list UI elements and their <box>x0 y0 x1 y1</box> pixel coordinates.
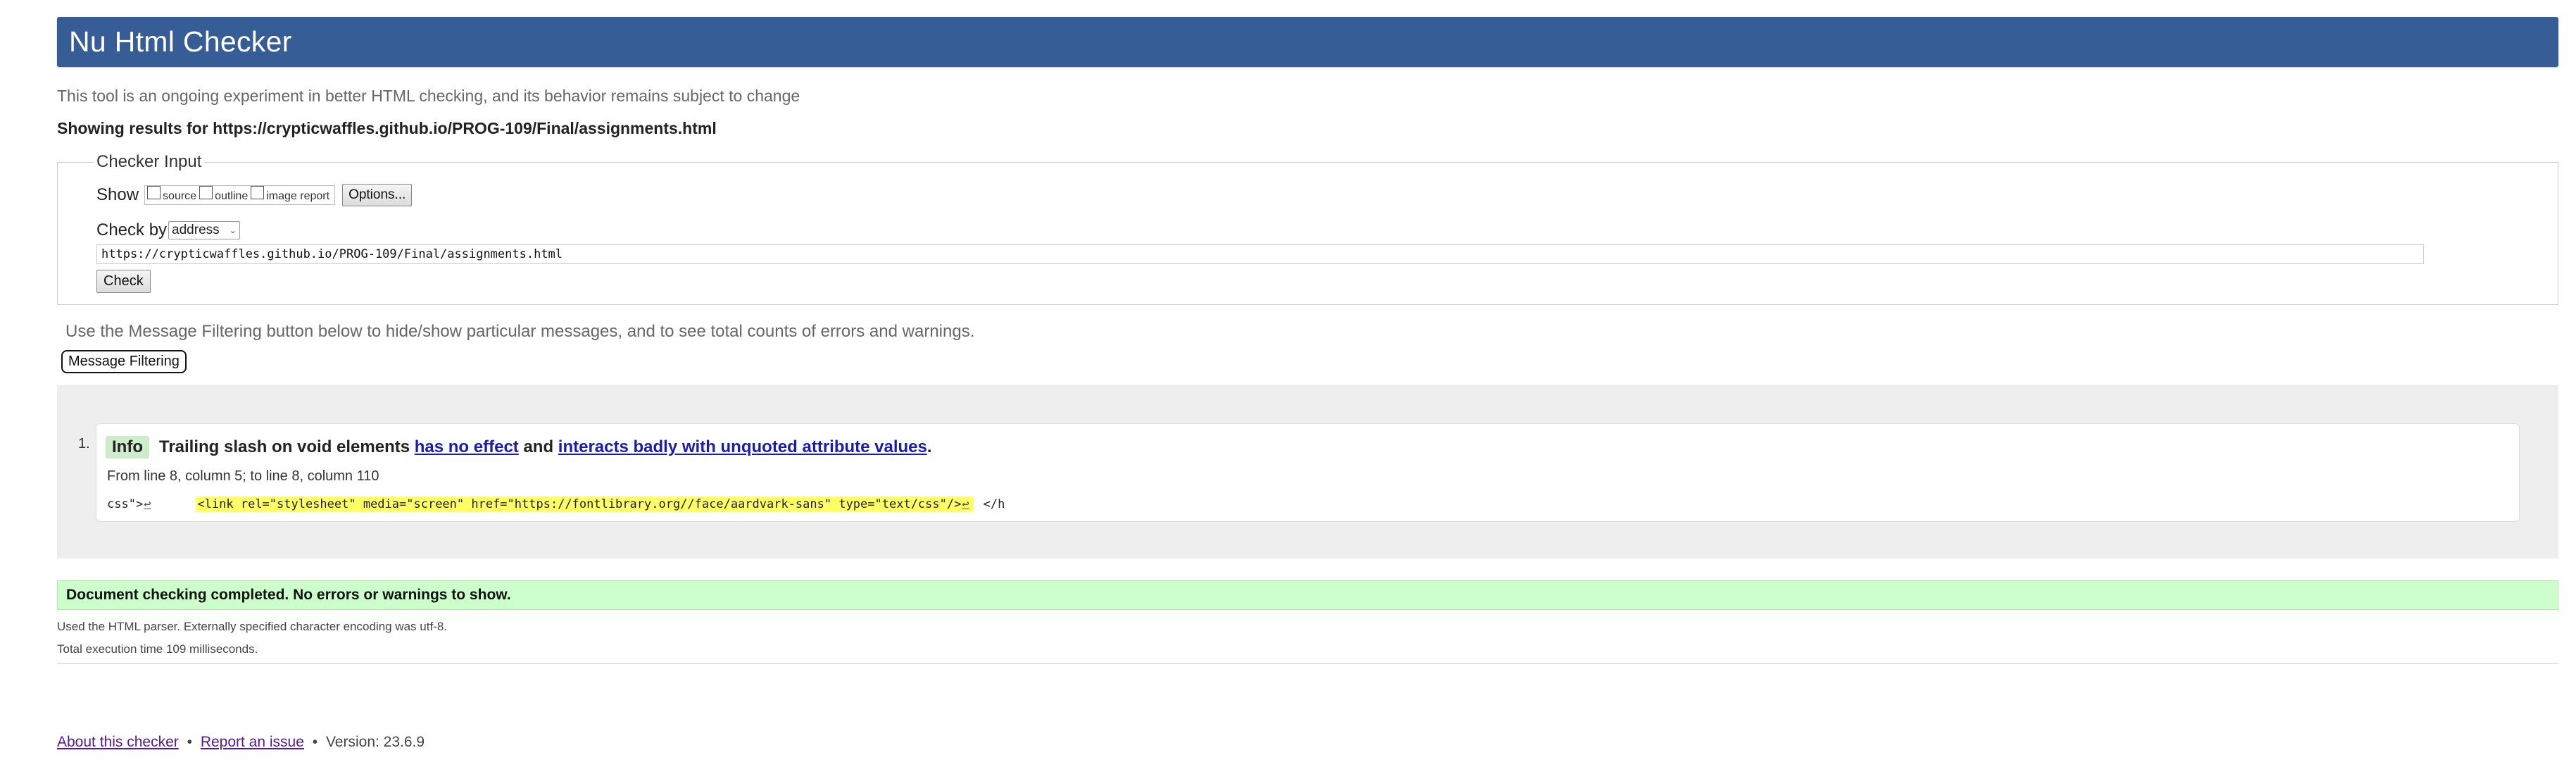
page: Nu Html Checker This tool is an ongoing … <box>57 17 2558 664</box>
message-number: 1. <box>78 436 90 451</box>
message-filtering-button[interactable]: Message Filtering <box>61 350 187 373</box>
page-header: Nu Html Checker <box>57 17 2558 67</box>
message-text-start: Trailing slash on void elements <box>158 437 415 456</box>
about-link[interactable]: About this checker <box>57 734 179 750</box>
code-extract: css"> ↩ <link rel="stylesheet" media="scr… <box>107 497 2519 512</box>
showing-results: Showing results for https://crypticwaffl… <box>57 119 717 137</box>
check-by-value: address <box>172 223 220 237</box>
check-by-select[interactable]: address ⌄ <box>168 221 240 239</box>
results-panel: 1. Info Trailing slash on void elements … <box>57 385 2558 559</box>
outline-label: outline <box>215 190 249 202</box>
interacts-badly-link[interactable]: interacts badly with unquoted attribute … <box>558 437 927 456</box>
source-label: source <box>163 190 197 202</box>
image-report-label: image report <box>266 190 330 202</box>
url-input[interactable]: https://crypticwaffles.github.io/PROG-10… <box>96 244 2424 264</box>
line-feed-icon: ↩ <box>962 497 969 511</box>
code-highlight-text: <link rel="stylesheet" media="screen" hr… <box>197 497 962 511</box>
show-label: Show <box>96 185 139 204</box>
source-checkbox[interactable] <box>147 185 161 199</box>
check-button[interactable]: Check <box>96 270 151 293</box>
message-text: Trailing slash on void elements has no e… <box>159 437 932 457</box>
execution-time: Total execution time 109 milliseconds. <box>57 642 258 656</box>
divider <box>57 663 2558 664</box>
message-text-end: . <box>926 437 932 456</box>
line-feed-icon: ↩ <box>144 497 151 511</box>
show-outline-option[interactable]: outline <box>199 185 249 202</box>
version-text: Version: 23.6.9 <box>325 734 425 750</box>
message-filtering-hint: Use the Message Filtering button below t… <box>65 322 975 341</box>
check-by-row: Check by address ⌄ <box>96 220 2558 240</box>
info-badge: Info <box>106 436 149 459</box>
footer-bullet: • <box>312 734 318 750</box>
show-image-report-option[interactable]: image report <box>251 185 330 202</box>
checker-input-fieldset: Checker Input Show source outline image … <box>57 152 2558 305</box>
show-source-option[interactable]: source <box>147 185 197 202</box>
message-text-middle: and <box>518 437 558 456</box>
message-item: Info Trailing slash on void elements has… <box>96 423 2520 522</box>
footer: About this checker • Report an issue • V… <box>57 734 425 751</box>
has-no-effect-link[interactable]: has no effect <box>415 437 519 456</box>
code-after: </h <box>983 497 1005 511</box>
checker-input-legend: Checker Input <box>96 152 202 171</box>
outline-checkbox[interactable] <box>199 185 213 199</box>
message-location: From line 8, column 5; to line 8, column… <box>107 468 379 484</box>
show-row: Show source outline image report Options… <box>96 183 2558 207</box>
completion-status: Document checking completed. No errors o… <box>57 580 2558 610</box>
report-issue-link[interactable]: Report an issue <box>201 734 304 750</box>
message-header: Info Trailing slash on void elements has… <box>106 436 2519 459</box>
code-highlight: <link rel="stylesheet" media="screen" hr… <box>196 497 974 512</box>
chevron-down-icon: ⌄ <box>229 225 237 235</box>
parser-info: Used the HTML parser. Externally specifi… <box>57 620 448 633</box>
show-options-box: source outline image report <box>144 185 336 205</box>
options-button[interactable]: Options... <box>342 184 413 206</box>
image-report-checkbox[interactable] <box>251 185 265 199</box>
subtitle: This tool is an ongoing experiment in be… <box>57 87 800 105</box>
check-by-label: Check by <box>96 220 168 239</box>
footer-bullet: • <box>187 734 192 750</box>
code-before: css"> <box>107 497 144 511</box>
page-title: Nu Html Checker <box>69 25 292 58</box>
